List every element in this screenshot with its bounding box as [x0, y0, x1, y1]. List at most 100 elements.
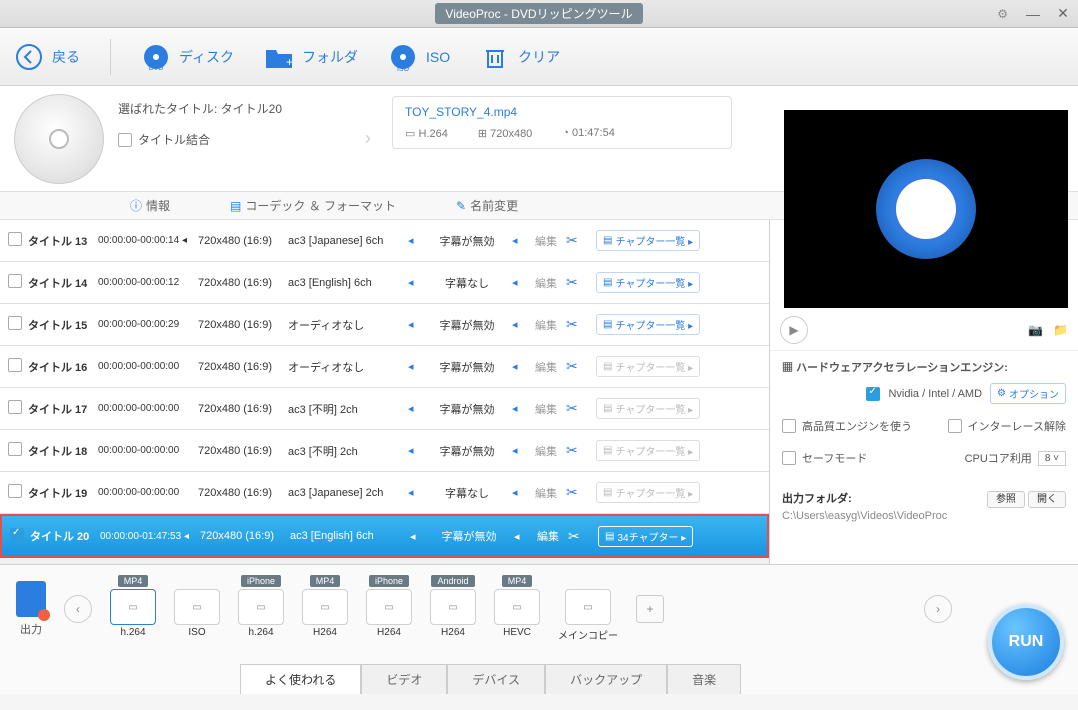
- row-subtitle-select[interactable]: 字幕が無効: [422, 359, 512, 375]
- row-subtitle-select[interactable]: 字幕が無効: [422, 443, 512, 459]
- title-row[interactable]: タイトル 1600:00:00-00:00:00720x480 (16:9)オー…: [0, 346, 769, 388]
- scissors-icon[interactable]: ✂: [566, 442, 596, 459]
- title-row[interactable]: タイトル 1800:00:00-00:00:00720x480 (16:9)ac…: [0, 430, 769, 472]
- preset-item[interactable]: ▭ISO: [174, 575, 220, 642]
- row-subtitle-select[interactable]: 字幕なし: [422, 275, 512, 291]
- category-tab[interactable]: バックアップ: [545, 664, 667, 694]
- chapters-button[interactable]: ▤チャプター一覧 ▸: [596, 230, 700, 251]
- snapshot-icon[interactable]: 📷: [1028, 323, 1043, 337]
- merge-titles-checkbox[interactable]: タイトル結合: [118, 131, 358, 148]
- row-checkbox[interactable]: [8, 484, 22, 498]
- dropdown-icon[interactable]: ◂: [512, 318, 526, 331]
- dropdown-icon[interactable]: ◂: [512, 360, 526, 373]
- edit-button[interactable]: 編集: [526, 275, 566, 291]
- edit-button[interactable]: 編集: [526, 485, 566, 501]
- preset-prev-button[interactable]: ‹: [64, 595, 92, 623]
- edit-button[interactable]: 編集: [526, 359, 566, 375]
- scissors-icon[interactable]: ✂: [566, 358, 596, 375]
- edit-button[interactable]: 編集: [526, 401, 566, 417]
- chapters-button[interactable]: ▤チャプター一覧 ▸: [596, 398, 700, 419]
- chapters-button[interactable]: ▤34チャプター ▸: [598, 526, 693, 547]
- play-button[interactable]: ▶: [780, 316, 808, 344]
- dropdown-icon[interactable]: ◂: [512, 444, 526, 457]
- preset-item[interactable]: ▭メインコピー: [558, 575, 618, 642]
- preset-next-button[interactable]: ›: [924, 595, 952, 623]
- row-checkbox[interactable]: [8, 442, 22, 456]
- title-row[interactable]: タイトル 1500:00:00-00:00:29720x480 (16:9)オー…: [0, 304, 769, 346]
- dropdown-icon[interactable]: ◂: [408, 318, 422, 331]
- row-audio-select[interactable]: ac3 [不明] 2ch: [288, 443, 408, 459]
- chapters-button[interactable]: ▤チャプター一覧 ▸: [596, 440, 700, 461]
- clear-button[interactable]: クリア: [480, 42, 560, 72]
- row-checkbox[interactable]: [8, 232, 22, 246]
- open-output-button[interactable]: 開く: [1028, 491, 1066, 508]
- category-tab[interactable]: ビデオ: [361, 664, 447, 694]
- row-audio-select[interactable]: オーディオなし: [288, 317, 408, 333]
- dropdown-icon[interactable]: ◂: [408, 444, 422, 457]
- row-checkbox[interactable]: [8, 316, 22, 330]
- iso-button[interactable]: ISO ISO: [388, 42, 450, 72]
- dropdown-icon[interactable]: ◂: [512, 402, 526, 415]
- cpu-cores-select[interactable]: 8 ˅: [1038, 451, 1066, 466]
- dropdown-icon[interactable]: ◂: [408, 276, 422, 289]
- title-row[interactable]: タイトル 2000:00:00-01:47:53 ◂720x480 (16:9)…: [0, 514, 769, 558]
- row-checkbox[interactable]: [8, 274, 22, 288]
- row-audio-select[interactable]: ac3 [Japanese] 2ch: [288, 487, 408, 499]
- row-audio-select[interactable]: ac3 [Japanese] 6ch: [288, 235, 408, 247]
- preset-item[interactable]: iPhone▭H264: [366, 575, 412, 642]
- run-button[interactable]: RUN: [988, 604, 1064, 680]
- chapters-button[interactable]: ▤チャプター一覧 ▸: [596, 314, 700, 335]
- title-row[interactable]: タイトル 1700:00:00-00:00:00720x480 (16:9)ac…: [0, 388, 769, 430]
- preset-item[interactable]: MP4▭HEVC: [494, 575, 540, 642]
- disc-button[interactable]: DVD ディスク: [141, 42, 234, 72]
- row-checkbox[interactable]: [8, 358, 22, 372]
- edit-button[interactable]: 編集: [526, 443, 566, 459]
- row-checkbox[interactable]: [8, 400, 22, 414]
- row-subtitle-select[interactable]: 字幕が無効: [422, 401, 512, 417]
- scissors-icon[interactable]: ✂: [568, 528, 598, 545]
- output-format-icon[interactable]: [16, 581, 46, 617]
- back-button[interactable]: 戻る: [14, 42, 80, 72]
- scissors-icon[interactable]: ✂: [566, 484, 596, 501]
- row-audio-select[interactable]: ac3 [English] 6ch: [288, 277, 408, 289]
- row-subtitle-select[interactable]: 字幕なし: [422, 485, 512, 501]
- row-checkbox[interactable]: [10, 528, 24, 542]
- preset-item[interactable]: MP4▭h.264: [110, 575, 156, 642]
- category-tab[interactable]: デバイス: [447, 664, 545, 694]
- dropdown-icon[interactable]: ◂: [408, 402, 422, 415]
- preset-item[interactable]: iPhone▭h.264: [238, 575, 284, 642]
- row-subtitle-select[interactable]: 字幕が無効: [424, 528, 514, 544]
- hw-accel-checkbox[interactable]: [866, 387, 880, 401]
- deinterlace-checkbox[interactable]: インターレース解除: [948, 418, 1066, 434]
- row-subtitle-select[interactable]: 字幕が無効: [422, 233, 512, 249]
- safe-mode-checkbox[interactable]: セーフモード: [782, 450, 867, 466]
- edit-button[interactable]: 編集: [528, 528, 568, 544]
- dropdown-icon[interactable]: ◂: [408, 486, 422, 499]
- row-audio-select[interactable]: オーディオなし: [288, 359, 408, 375]
- add-preset-button[interactable]: +: [636, 595, 664, 623]
- row-audio-select[interactable]: ac3 [English] 6ch: [290, 530, 410, 542]
- scissors-icon[interactable]: ✂: [566, 400, 596, 417]
- category-tab[interactable]: 音楽: [667, 664, 741, 694]
- title-row[interactable]: タイトル 1400:00:00-00:00:12720x480 (16:9)ac…: [0, 262, 769, 304]
- dropdown-icon[interactable]: ◂: [512, 234, 526, 247]
- edit-button[interactable]: 編集: [526, 317, 566, 333]
- info-tab[interactable]: ⓘ情報: [130, 197, 170, 214]
- row-audio-select[interactable]: ac3 [不明] 2ch: [288, 401, 408, 417]
- settings-icon[interactable]: ⚙: [997, 7, 1008, 21]
- rename-tab[interactable]: ✎名前変更: [456, 197, 518, 214]
- close-button[interactable]: ✕: [1048, 0, 1078, 28]
- category-tab[interactable]: よく使われる: [240, 664, 361, 694]
- hq-engine-checkbox[interactable]: 高品質エンジンを使う: [782, 418, 912, 434]
- minimize-button[interactable]: —: [1018, 0, 1048, 28]
- preset-item[interactable]: MP4▭H264: [302, 575, 348, 642]
- dropdown-icon[interactable]: ◂: [512, 486, 526, 499]
- dropdown-icon[interactable]: ◂: [514, 530, 528, 543]
- dropdown-icon[interactable]: ◂: [408, 234, 422, 247]
- chapters-button[interactable]: ▤チャプター一覧 ▸: [596, 272, 700, 293]
- dropdown-icon[interactable]: ◂: [410, 530, 424, 543]
- row-subtitle-select[interactable]: 字幕が無効: [422, 317, 512, 333]
- chapters-button[interactable]: ▤チャプター一覧 ▸: [596, 356, 700, 377]
- dropdown-icon[interactable]: ◂: [408, 360, 422, 373]
- chapters-button[interactable]: ▤チャプター一覧 ▸: [596, 482, 700, 503]
